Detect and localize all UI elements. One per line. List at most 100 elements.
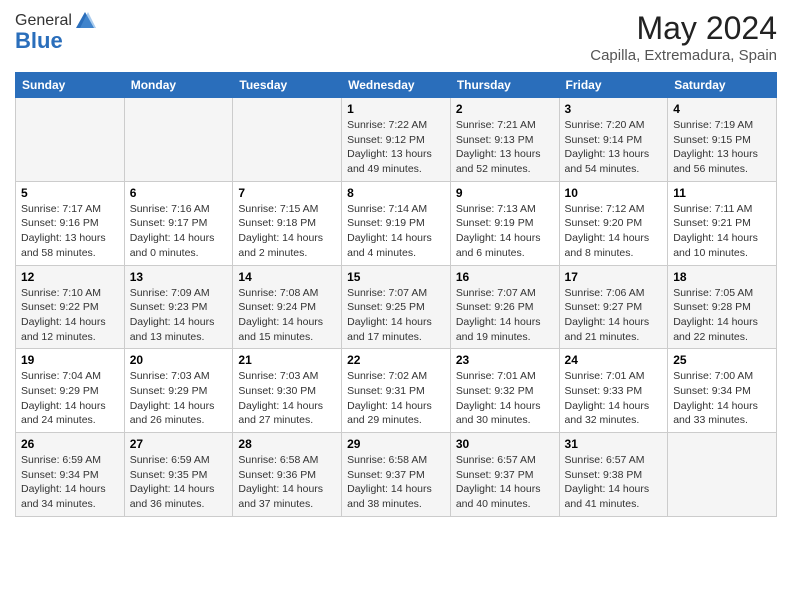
calendar-cell: 25 Sunrise: 7:00 AM Sunset: 9:34 PM Dayli… bbox=[668, 349, 777, 433]
day-info: Sunrise: 7:07 AM Sunset: 9:25 PM Dayligh… bbox=[347, 286, 445, 345]
calendar-week-row: 12Sunrise: 7:10 AM Sunset: 9:22 PM Dayli… bbox=[16, 265, 777, 349]
logo: General Blue bbox=[15, 10, 96, 54]
calendar-cell: 15 Sunrise: 7:07 AM Sunset: 9:25 PM Dayli… bbox=[342, 265, 451, 349]
column-header-wednesday: Wednesday bbox=[342, 73, 451, 98]
day-number: 26 bbox=[21, 437, 119, 451]
day-number: 19 bbox=[21, 353, 119, 367]
day-info: Sunrise: 7:22 AM Sunset: 9:12 PM Dayligh… bbox=[347, 118, 445, 177]
calendar-cell: 29 Sunrise: 6:58 AM Sunset: 9:37 PM Dayli… bbox=[342, 433, 451, 517]
calendar-cell bbox=[124, 98, 233, 182]
calendar-cell: 16Sunrise: 7:07 AM Sunset: 9:26 PM Dayli… bbox=[450, 265, 559, 349]
calendar-cell: 21 Sunrise: 7:03 AM Sunset: 9:30 PM Dayli… bbox=[233, 349, 342, 433]
day-info: Sunrise: 7:11 AM Sunset: 9:21 PM Dayligh… bbox=[673, 202, 771, 261]
calendar-cell: 1 Sunrise: 7:22 AM Sunset: 9:12 PM Daylig… bbox=[342, 98, 451, 182]
day-number: 6 bbox=[130, 186, 228, 200]
column-header-friday: Friday bbox=[559, 73, 668, 98]
day-info: Sunrise: 7:01 AM Sunset: 9:32 PM Dayligh… bbox=[456, 369, 554, 428]
day-info: Sunrise: 7:13 AM Sunset: 9:19 PM Dayligh… bbox=[456, 202, 554, 261]
calendar-cell bbox=[16, 98, 125, 182]
day-number: 27 bbox=[130, 437, 228, 451]
location-title: Capilla, Extremadura, Spain bbox=[590, 47, 777, 64]
day-info: Sunrise: 7:20 AM Sunset: 9:14 PM Dayligh… bbox=[565, 118, 663, 177]
day-number: 22 bbox=[347, 353, 445, 367]
calendar-cell: 20Sunrise: 7:03 AM Sunset: 9:29 PM Dayli… bbox=[124, 349, 233, 433]
day-number: 15 bbox=[347, 270, 445, 284]
calendar-cell bbox=[668, 433, 777, 517]
day-info: Sunrise: 7:12 AM Sunset: 9:20 PM Dayligh… bbox=[565, 202, 663, 261]
calendar-cell: 17 Sunrise: 7:06 AM Sunset: 9:27 PM Dayli… bbox=[559, 265, 668, 349]
day-info: Sunrise: 6:59 AM Sunset: 9:35 PM Dayligh… bbox=[130, 453, 228, 512]
calendar-header-row: SundayMondayTuesdayWednesdayThursdayFrid… bbox=[16, 73, 777, 98]
calendar-cell: 8Sunrise: 7:14 AM Sunset: 9:19 PM Daylig… bbox=[342, 181, 451, 265]
calendar-cell: 4 Sunrise: 7:19 AM Sunset: 9:15 PM Daylig… bbox=[668, 98, 777, 182]
calendar-cell: 22 Sunrise: 7:02 AM Sunset: 9:31 PM Dayli… bbox=[342, 349, 451, 433]
calendar-cell: 18Sunrise: 7:05 AM Sunset: 9:28 PM Dayli… bbox=[668, 265, 777, 349]
calendar-cell: 5Sunrise: 7:17 AM Sunset: 9:16 PM Daylig… bbox=[16, 181, 125, 265]
day-info: Sunrise: 7:06 AM Sunset: 9:27 PM Dayligh… bbox=[565, 286, 663, 345]
day-number: 5 bbox=[21, 186, 119, 200]
calendar-cell: 2 Sunrise: 7:21 AM Sunset: 9:13 PM Daylig… bbox=[450, 98, 559, 182]
calendar-cell: 12Sunrise: 7:10 AM Sunset: 9:22 PM Dayli… bbox=[16, 265, 125, 349]
calendar-cell: 26 Sunrise: 6:59 AM Sunset: 9:34 PM Dayli… bbox=[16, 433, 125, 517]
calendar-cell: 14 Sunrise: 7:08 AM Sunset: 9:24 PM Dayli… bbox=[233, 265, 342, 349]
day-number: 2 bbox=[456, 102, 554, 116]
day-number: 1 bbox=[347, 102, 445, 116]
calendar-cell: 27 Sunrise: 6:59 AM Sunset: 9:35 PM Dayli… bbox=[124, 433, 233, 517]
column-header-thursday: Thursday bbox=[450, 73, 559, 98]
day-number: 28 bbox=[238, 437, 336, 451]
day-info: Sunrise: 7:21 AM Sunset: 9:13 PM Dayligh… bbox=[456, 118, 554, 177]
day-info: Sunrise: 7:00 AM Sunset: 9:34 PM Dayligh… bbox=[673, 369, 771, 428]
day-number: 23 bbox=[456, 353, 554, 367]
calendar-cell: 11Sunrise: 7:11 AM Sunset: 9:21 PM Dayli… bbox=[668, 181, 777, 265]
day-info: Sunrise: 7:15 AM Sunset: 9:18 PM Dayligh… bbox=[238, 202, 336, 261]
day-info: Sunrise: 7:03 AM Sunset: 9:30 PM Dayligh… bbox=[238, 369, 336, 428]
calendar-cell: 10Sunrise: 7:12 AM Sunset: 9:20 PM Dayli… bbox=[559, 181, 668, 265]
calendar-cell: 24 Sunrise: 7:01 AM Sunset: 9:33 PM Dayli… bbox=[559, 349, 668, 433]
day-info: Sunrise: 7:07 AM Sunset: 9:26 PM Dayligh… bbox=[456, 286, 554, 345]
day-info: Sunrise: 7:09 AM Sunset: 9:23 PM Dayligh… bbox=[130, 286, 228, 345]
calendar-cell: 3 Sunrise: 7:20 AM Sunset: 9:14 PM Daylig… bbox=[559, 98, 668, 182]
title-block: May 2024 Capilla, Extremadura, Spain bbox=[590, 10, 777, 64]
day-number: 4 bbox=[673, 102, 771, 116]
day-info: Sunrise: 7:04 AM Sunset: 9:29 PM Dayligh… bbox=[21, 369, 119, 428]
day-number: 31 bbox=[565, 437, 663, 451]
day-number: 20 bbox=[130, 353, 228, 367]
day-info: Sunrise: 7:02 AM Sunset: 9:31 PM Dayligh… bbox=[347, 369, 445, 428]
day-number: 3 bbox=[565, 102, 663, 116]
column-header-tuesday: Tuesday bbox=[233, 73, 342, 98]
day-info: Sunrise: 7:08 AM Sunset: 9:24 PM Dayligh… bbox=[238, 286, 336, 345]
day-number: 30 bbox=[456, 437, 554, 451]
day-number: 18 bbox=[673, 270, 771, 284]
day-number: 14 bbox=[238, 270, 336, 284]
day-info: Sunrise: 6:57 AM Sunset: 9:38 PM Dayligh… bbox=[565, 453, 663, 512]
calendar-cell: 9 Sunrise: 7:13 AM Sunset: 9:19 PM Daylig… bbox=[450, 181, 559, 265]
calendar-cell: 28 Sunrise: 6:58 AM Sunset: 9:36 PM Dayli… bbox=[233, 433, 342, 517]
day-number: 24 bbox=[565, 353, 663, 367]
day-info: Sunrise: 6:58 AM Sunset: 9:37 PM Dayligh… bbox=[347, 453, 445, 512]
day-info: Sunrise: 7:01 AM Sunset: 9:33 PM Dayligh… bbox=[565, 369, 663, 428]
day-info: Sunrise: 6:57 AM Sunset: 9:37 PM Dayligh… bbox=[456, 453, 554, 512]
day-info: Sunrise: 7:19 AM Sunset: 9:15 PM Dayligh… bbox=[673, 118, 771, 177]
day-number: 7 bbox=[238, 186, 336, 200]
day-info: Sunrise: 7:10 AM Sunset: 9:22 PM Dayligh… bbox=[21, 286, 119, 345]
day-info: Sunrise: 6:58 AM Sunset: 9:36 PM Dayligh… bbox=[238, 453, 336, 512]
calendar-week-row: 26 Sunrise: 6:59 AM Sunset: 9:34 PM Dayli… bbox=[16, 433, 777, 517]
day-number: 21 bbox=[238, 353, 336, 367]
column-header-saturday: Saturday bbox=[668, 73, 777, 98]
calendar-table: SundayMondayTuesdayWednesdayThursdayFrid… bbox=[15, 72, 777, 517]
day-number: 25 bbox=[673, 353, 771, 367]
day-number: 17 bbox=[565, 270, 663, 284]
calendar-cell: 31 Sunrise: 6:57 AM Sunset: 9:38 PM Dayli… bbox=[559, 433, 668, 517]
calendar-week-row: 1 Sunrise: 7:22 AM Sunset: 9:12 PM Daylig… bbox=[16, 98, 777, 182]
day-info: Sunrise: 6:59 AM Sunset: 9:34 PM Dayligh… bbox=[21, 453, 119, 512]
day-number: 9 bbox=[456, 186, 554, 200]
calendar-week-row: 19 Sunrise: 7:04 AM Sunset: 9:29 PM Dayli… bbox=[16, 349, 777, 433]
calendar-cell: 6 Sunrise: 7:16 AM Sunset: 9:17 PM Daylig… bbox=[124, 181, 233, 265]
column-header-sunday: Sunday bbox=[16, 73, 125, 98]
calendar-cell: 30 Sunrise: 6:57 AM Sunset: 9:37 PM Dayli… bbox=[450, 433, 559, 517]
day-number: 13 bbox=[130, 270, 228, 284]
page-header: General Blue May 2024 Capilla, Extremadu… bbox=[15, 10, 777, 64]
day-number: 29 bbox=[347, 437, 445, 451]
month-title: May 2024 bbox=[590, 10, 777, 47]
day-info: Sunrise: 7:16 AM Sunset: 9:17 PM Dayligh… bbox=[130, 202, 228, 261]
